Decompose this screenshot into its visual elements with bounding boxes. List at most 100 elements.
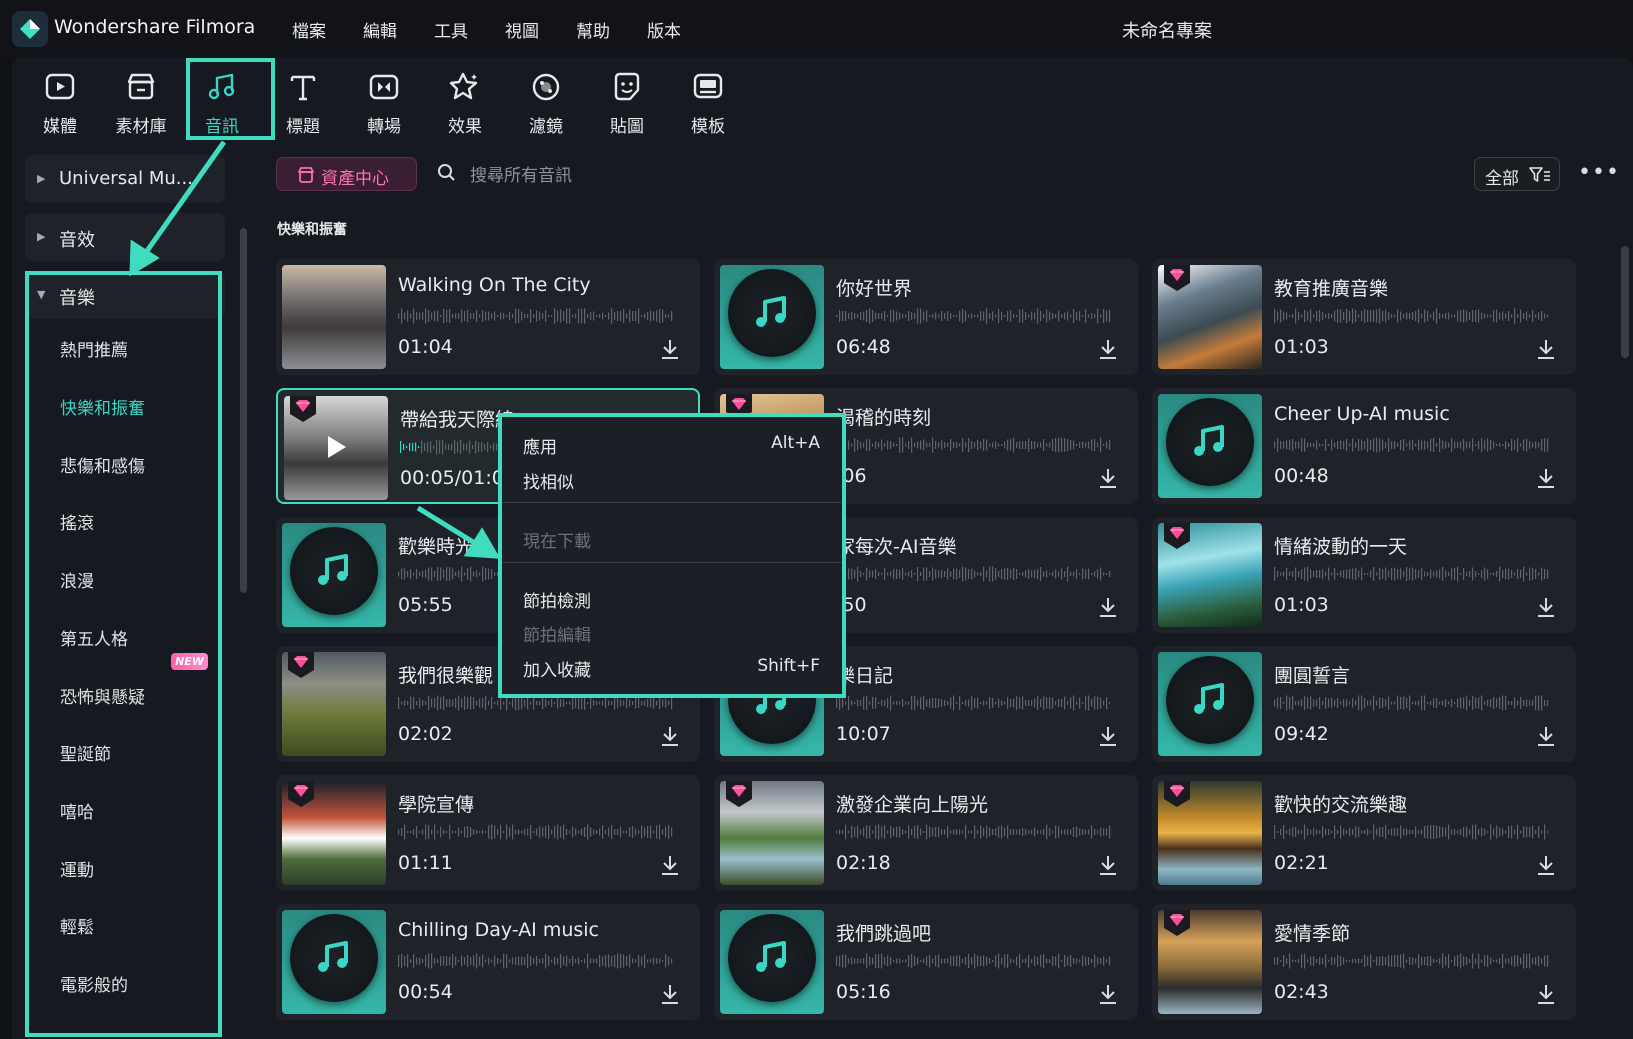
download-icon[interactable] [1098,854,1118,876]
main-scrollbar[interactable] [1621,246,1629,358]
context-menu-beat-detection[interactable]: 節拍檢測 [523,587,591,612]
track-title: 情緒波動的一天 [1274,536,1408,558]
download-icon[interactable] [1098,338,1118,360]
download-icon[interactable] [660,725,680,747]
tool-effects[interactable]: 效果 [435,68,495,140]
track-title: 你好世界 [836,278,913,300]
download-icon[interactable] [1098,596,1118,618]
download-icon[interactable] [1098,983,1118,1005]
track-card[interactable]: 學院宣傳 01:11 [276,775,700,891]
track-duration: 06:48 [836,336,891,358]
menu-edit[interactable]: 編輯 [363,17,397,42]
menu-divider [502,562,842,563]
tool-label: 效果 [448,117,482,137]
download-icon[interactable] [1536,983,1556,1005]
download-icon[interactable] [660,854,680,876]
sidebar-section-sound-effects[interactable]: ▶ 音效 [25,213,225,261]
play-icon[interactable] [326,434,348,460]
waveform [836,695,1111,711]
download-icon[interactable] [660,338,680,360]
track-card[interactable]: 我們跳過吧 05:16 [714,904,1138,1020]
filter-icon [532,73,560,101]
download-icon[interactable] [1536,596,1556,618]
tool-label: 標題 [286,117,320,137]
sidebar-section-universal-music[interactable]: ▶ Universal Mu... [25,155,225,203]
track-title: 我們很樂觀 [398,665,494,687]
menu-divider [502,502,842,503]
track-thumbnail [1158,652,1262,756]
filter-dropdown[interactable]: 全部 [1474,157,1560,191]
track-title: 我們跳過吧 [836,923,932,945]
stock-library-icon [127,73,155,100]
sidebar-scrollbar[interactable] [240,228,247,593]
tool-filters[interactable]: 濾鏡 [516,68,576,140]
track-card[interactable]: 歡快的交流樂趣 02:21 [1152,775,1576,891]
tool-titles[interactable]: 標題 [273,68,333,140]
tool-templates[interactable]: 模板 [678,68,738,140]
track-thumbnail [720,265,824,369]
track-title: 教育推廣音樂 [1274,278,1389,300]
track-title: Chilling Day-AI music [398,919,600,941]
menu-tools[interactable]: 工具 [434,17,468,42]
download-icon[interactable] [1536,725,1556,747]
download-icon[interactable] [660,983,680,1005]
track-card[interactable]: 教育推廣音樂 01:03 [1152,259,1576,375]
more-options-icon[interactable]: ••• [1578,160,1620,185]
tool-label: 貼圖 [610,117,644,137]
context-menu-add-favorite[interactable]: 加入收藏 [523,656,591,681]
tool-label: 媒體 [43,117,77,137]
download-icon[interactable] [1098,467,1118,489]
search-input[interactable] [470,161,890,191]
track-duration: 05:16 [836,981,891,1003]
track-card[interactable]: 情緒波動的一天 01:03 [1152,517,1576,633]
track-duration: 10:07 [836,723,891,745]
premium-diamond-icon [290,396,316,422]
tool-transitions[interactable]: 轉場 [354,68,414,140]
media-icon [45,73,75,100]
menu-bar: 檔案 編輯 工具 視圖 幫助 版本 [292,17,718,42]
audio-tab-highlight-box [186,58,275,140]
download-icon[interactable] [1536,854,1556,876]
music-note-icon [1194,683,1224,714]
track-duration: 01:11 [398,852,453,874]
premium-diamond-icon [1164,910,1190,936]
store-icon [298,167,314,183]
premium-diamond-icon [288,781,314,807]
menu-help[interactable]: 幫助 [576,17,610,42]
track-card[interactable]: 團圓誓言 09:42 [1152,646,1576,762]
waveform [1274,308,1549,324]
track-card[interactable]: 愛情季節 02:43 [1152,904,1576,1020]
menu-file[interactable]: 檔案 [292,17,326,42]
context-menu-find-similar[interactable]: 找相似 [523,468,574,493]
track-duration: 09:42 [1274,723,1329,745]
waveform [836,566,1111,582]
track-title: 團圓誓言 [1274,665,1351,687]
track-title: 激發企業向上陽光 [836,794,989,816]
asset-center-label: 資產中心 [321,169,389,189]
tool-media[interactable]: 媒體 [30,68,90,140]
track-duration: 00:48 [1274,465,1329,487]
menu-view[interactable]: 視圖 [505,17,539,42]
shortcut-add-favorite: Shift+F [757,656,820,676]
waveform [398,308,673,324]
track-card[interactable]: Chilling Day-AI music 00:54 [276,904,700,1020]
track-card[interactable]: 你好世界 06:48 [714,259,1138,375]
tool-stock-library[interactable]: 素材庫 [111,68,171,140]
download-icon[interactable] [1536,467,1556,489]
app-name: Wondershare Filmora [54,16,256,38]
track-duration: 05:55 [398,594,453,616]
premium-diamond-icon [288,652,314,678]
track-title: 歡樂時光 [398,536,475,558]
track-card[interactable]: 激發企業向上陽光 02:18 [714,775,1138,891]
track-title: 家每次-AI音樂 [836,536,957,558]
download-icon[interactable] [1098,725,1118,747]
premium-diamond-icon [726,781,752,807]
track-card[interactable]: Walking On The City 01:04 [276,259,700,375]
asset-center-button[interactable]: 資產中心 [276,157,417,191]
tool-stickers[interactable]: 貼圖 [597,68,657,140]
menu-version[interactable]: 版本 [647,17,681,42]
track-thumbnail [282,910,386,1014]
context-menu-apply[interactable]: 應用 [523,433,557,458]
track-card[interactable]: Cheer Up-AI music 00:48 [1152,388,1576,504]
download-icon[interactable] [1536,338,1556,360]
